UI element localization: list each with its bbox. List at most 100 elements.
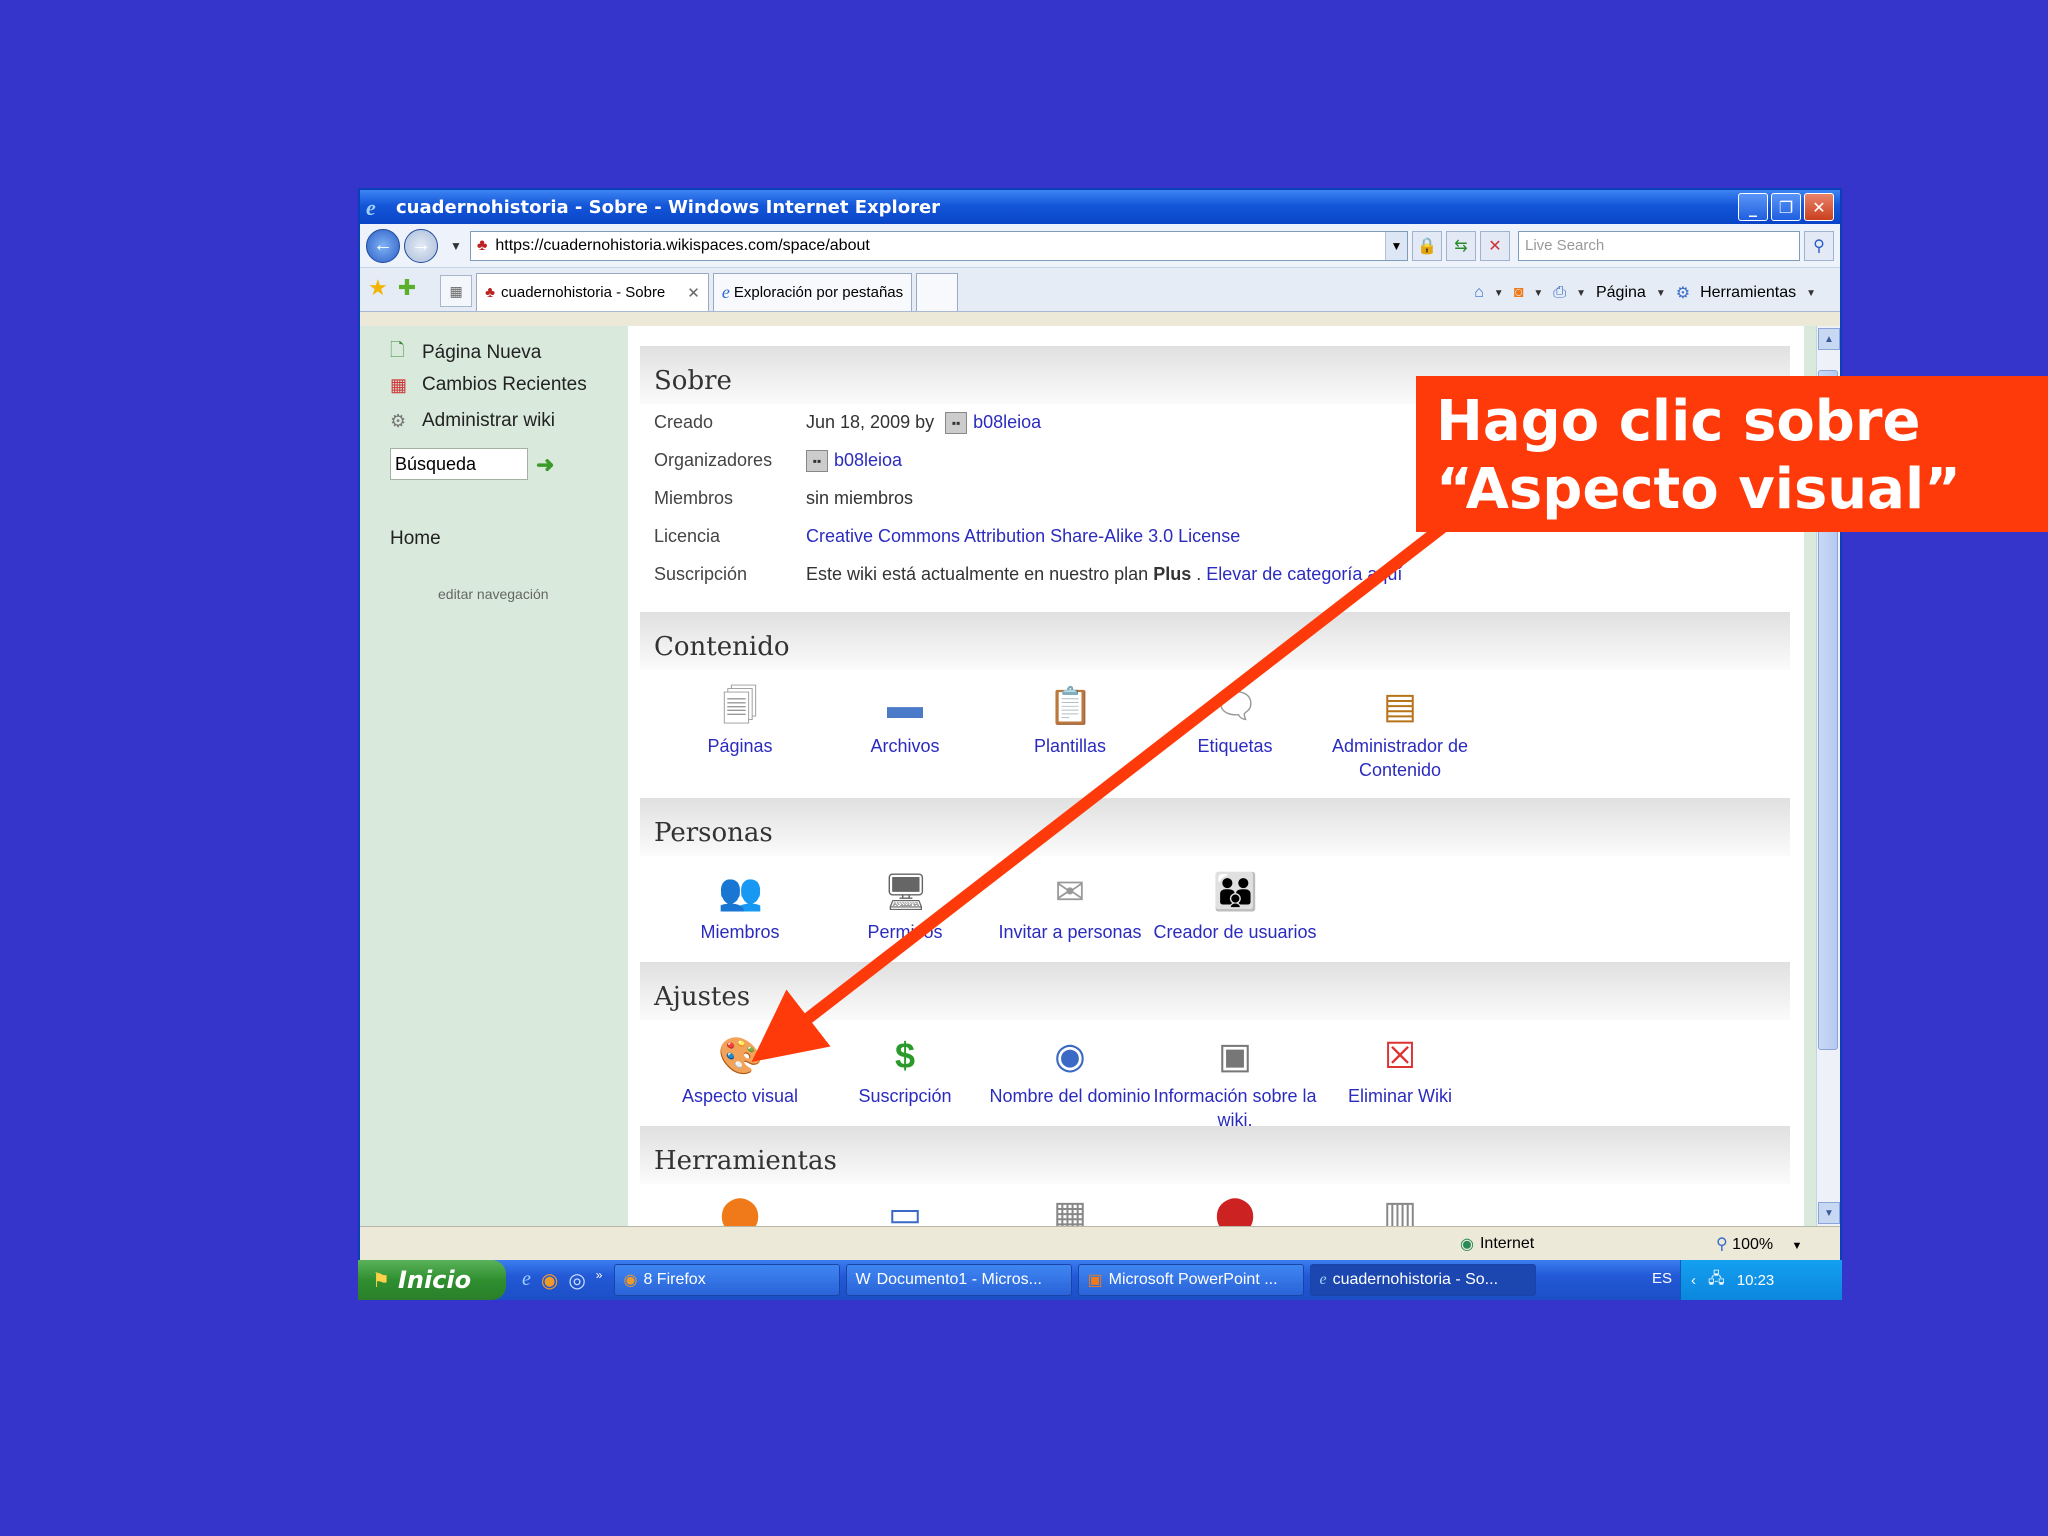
user-link[interactable]: b08leioa — [973, 412, 1041, 432]
chevron-down-icon[interactable]: ▼ — [1533, 288, 1543, 299]
firefox-icon[interactable]: ◉ — [541, 1268, 558, 1293]
warning-icon: ⬤ — [719, 1193, 761, 1226]
address-dropdown-icon[interactable]: ▼ — [1385, 231, 1407, 260]
back-button[interactable]: ← — [366, 228, 400, 263]
refresh-button[interactable]: ⇆ — [1446, 230, 1476, 261]
label-miembros: Miembros — [654, 488, 734, 508]
zoom-control[interactable]: ⚲ 100% ▼ — [1716, 1234, 1802, 1254]
calendar-icon: ▦ — [390, 374, 408, 395]
search-icon[interactable]: ⚲ — [1804, 230, 1834, 261]
cabinet-icon: ▤ — [1382, 685, 1417, 726]
callout-line-1: Hago clic sobre — [1436, 389, 1921, 454]
sidebar-item-recent-changes[interactable]: ▦ Cambios Recientes — [390, 374, 587, 396]
herramientas-item[interactable]: ▥ — [1300, 1192, 1500, 1226]
sidebar-item-label: Página Nueva — [422, 342, 542, 363]
dollar-icon: $ — [894, 1035, 916, 1076]
scroll-up-icon[interactable]: ▲ — [1818, 328, 1840, 350]
history-dropdown-icon[interactable]: ▼ — [450, 239, 462, 253]
quick-tabs-icon[interactable]: ▦ — [440, 275, 473, 307]
chevron-down-icon[interactable]: ▼ — [1656, 288, 1666, 299]
item-label: Nombre del dominio — [989, 1086, 1151, 1106]
close-button[interactable]: ✕ — [1804, 193, 1834, 221]
security-zone: ◉ Internet — [1460, 1234, 1534, 1254]
ie-icon: e — [366, 195, 376, 220]
window-title: cuadernohistoria - Sobre - Windows Inter… — [396, 196, 941, 218]
clipboard-icon: 📋 — [1048, 685, 1093, 726]
home-icon[interactable]: ⌂ — [1474, 284, 1484, 302]
contenido-administrador[interactable]: ▤ Administrador de Contenido — [1300, 684, 1500, 782]
task-word[interactable]: W Documento1 - Micros... — [846, 1264, 1073, 1296]
tags-icon: 🗨 — [1213, 685, 1259, 726]
chevron-down-icon[interactable]: ▼ — [1806, 288, 1816, 299]
personas-creador[interactable]: 👪 Creador de usuarios — [1135, 870, 1335, 944]
chevron-down-icon[interactable]: ▼ — [1576, 288, 1586, 299]
new-tab-button[interactable] — [916, 273, 959, 311]
task-ie[interactable]: e cuadernohistoria - So... — [1310, 1264, 1537, 1296]
edit-navigation-link[interactable]: editar navegación — [438, 586, 549, 602]
sidebar-item-manage-wiki[interactable]: ⚙ Administrar wiki — [390, 410, 555, 432]
item-label: Miembros — [700, 922, 780, 942]
minimize-button[interactable]: _ — [1738, 193, 1768, 221]
sidebar-search-input[interactable]: Búsqueda — [390, 448, 528, 480]
navigation-bar: ← → ▼ ♣ https://cuadernohistoria.wikispa… — [360, 224, 1840, 268]
permissions-icon: 🖥 — [883, 871, 929, 912]
language-indicator[interactable]: ES — [1652, 1270, 1672, 1287]
sidebar-item-new-page[interactable]: 🗋 Página Nueva — [390, 338, 541, 368]
chevron-down-icon[interactable]: ▼ — [1494, 288, 1504, 299]
outlook-icon[interactable]: ◎ — [568, 1268, 585, 1293]
new-page-icon: 🗋 — [390, 340, 405, 360]
label-suscripcion: Suscripción — [654, 564, 748, 584]
search-go-icon[interactable]: ➜ — [536, 452, 554, 478]
tab-exploracion[interactable]: e Exploración por pestañas — [712, 273, 913, 311]
ie-icon: e — [1319, 1271, 1327, 1288]
task-firefox[interactable]: ◉ 8 Firefox — [614, 1264, 841, 1296]
gear-icon: ⚙ — [1675, 285, 1691, 302]
task-label: cuadernohistoria - So... — [1332, 1271, 1499, 1288]
more-chevron-icon[interactable]: » — [596, 1268, 603, 1293]
start-button[interactable]: ⚑ Inicio — [358, 1260, 506, 1300]
tab-label: Exploración por pestañas — [733, 284, 904, 301]
close-tab-icon[interactable]: ✕ — [687, 284, 700, 302]
tab-bar: ★ ✚ ▦ ♣ cuadernohistoria - Sobre ✕ e Exp… — [360, 268, 1840, 312]
favorites-star-icon[interactable]: ★ — [368, 275, 388, 301]
scroll-down-icon[interactable]: ▼ — [1818, 1202, 1840, 1224]
tools-menu[interactable]: Herramientas — [1700, 284, 1796, 302]
avatar: ▪▪ — [806, 450, 828, 473]
panel-contenido: Contenido 🗐 Páginas ▬ Archivos 📋 Plantil… — [640, 612, 1790, 790]
section-title: Contenido — [640, 612, 1790, 670]
upgrade-link[interactable]: Elevar de categoría aquí — [1206, 564, 1402, 584]
license-link[interactable]: Creative Commons Attribution Share-Alike… — [806, 526, 1240, 547]
clock: 10:23 — [1736, 1271, 1775, 1289]
ie-icon[interactable]: e — [522, 1268, 531, 1293]
tab-cuadernohistoria[interactable]: ♣ cuadernohistoria - Sobre ✕ — [476, 273, 709, 311]
site-favicon: ♣ — [476, 236, 488, 254]
add-favorites-icon[interactable]: ✚ — [398, 275, 416, 301]
address-url: https://cuadernohistoria.wikispaces.com/… — [495, 236, 870, 254]
restore-button[interactable]: ❐ — [1771, 193, 1801, 221]
zone-label: Internet — [1479, 1234, 1535, 1252]
chevron-down-icon[interactable]: ▼ — [1792, 1240, 1803, 1252]
tray-expand-icon[interactable]: ‹ — [1691, 1272, 1696, 1289]
page-menu[interactable]: Página — [1596, 284, 1646, 302]
value-creado: Jun 18, 2009 by ▪▪ b08leioa — [806, 412, 1041, 435]
task-powerpoint[interactable]: ▣ Microsoft PowerPoint ... — [1078, 1264, 1305, 1296]
network-icon[interactable]: 🖧 — [1708, 1268, 1725, 1293]
address-bar[interactable]: ♣ https://cuadernohistoria.wikispaces.co… — [469, 230, 1408, 261]
item-label: Creador de usuarios — [1153, 922, 1317, 942]
rss-icon[interactable]: ◙ — [1514, 284, 1524, 302]
forward-button[interactable]: → — [404, 228, 438, 263]
powerpoint-icon: ▣ — [1087, 1272, 1103, 1289]
task-label: 8 Firefox — [643, 1271, 706, 1288]
user-link[interactable]: b08leioa — [834, 450, 902, 470]
search-input[interactable]: Live Search — [1518, 230, 1800, 261]
ajustes-eliminar[interactable]: ☒ Eliminar Wiki — [1300, 1034, 1500, 1108]
item-label: Invitar a personas — [998, 922, 1142, 942]
computers-icon: ▥ — [1382, 1193, 1417, 1226]
print-icon[interactable]: ⎙ — [1553, 284, 1566, 302]
delete-x-icon: ☒ — [1383, 1035, 1417, 1076]
quick-launch: e ◉ ◎ » — [522, 1268, 602, 1293]
stop-button[interactable]: ✕ — [1480, 230, 1510, 261]
taskbar: ⚑ Inicio e ◉ ◎ » ◉ 8 Firefox W Documento… — [358, 1260, 1842, 1300]
lock-icon[interactable]: 🔒 — [1412, 230, 1442, 261]
sidebar-home-link[interactable]: Home — [390, 528, 441, 550]
